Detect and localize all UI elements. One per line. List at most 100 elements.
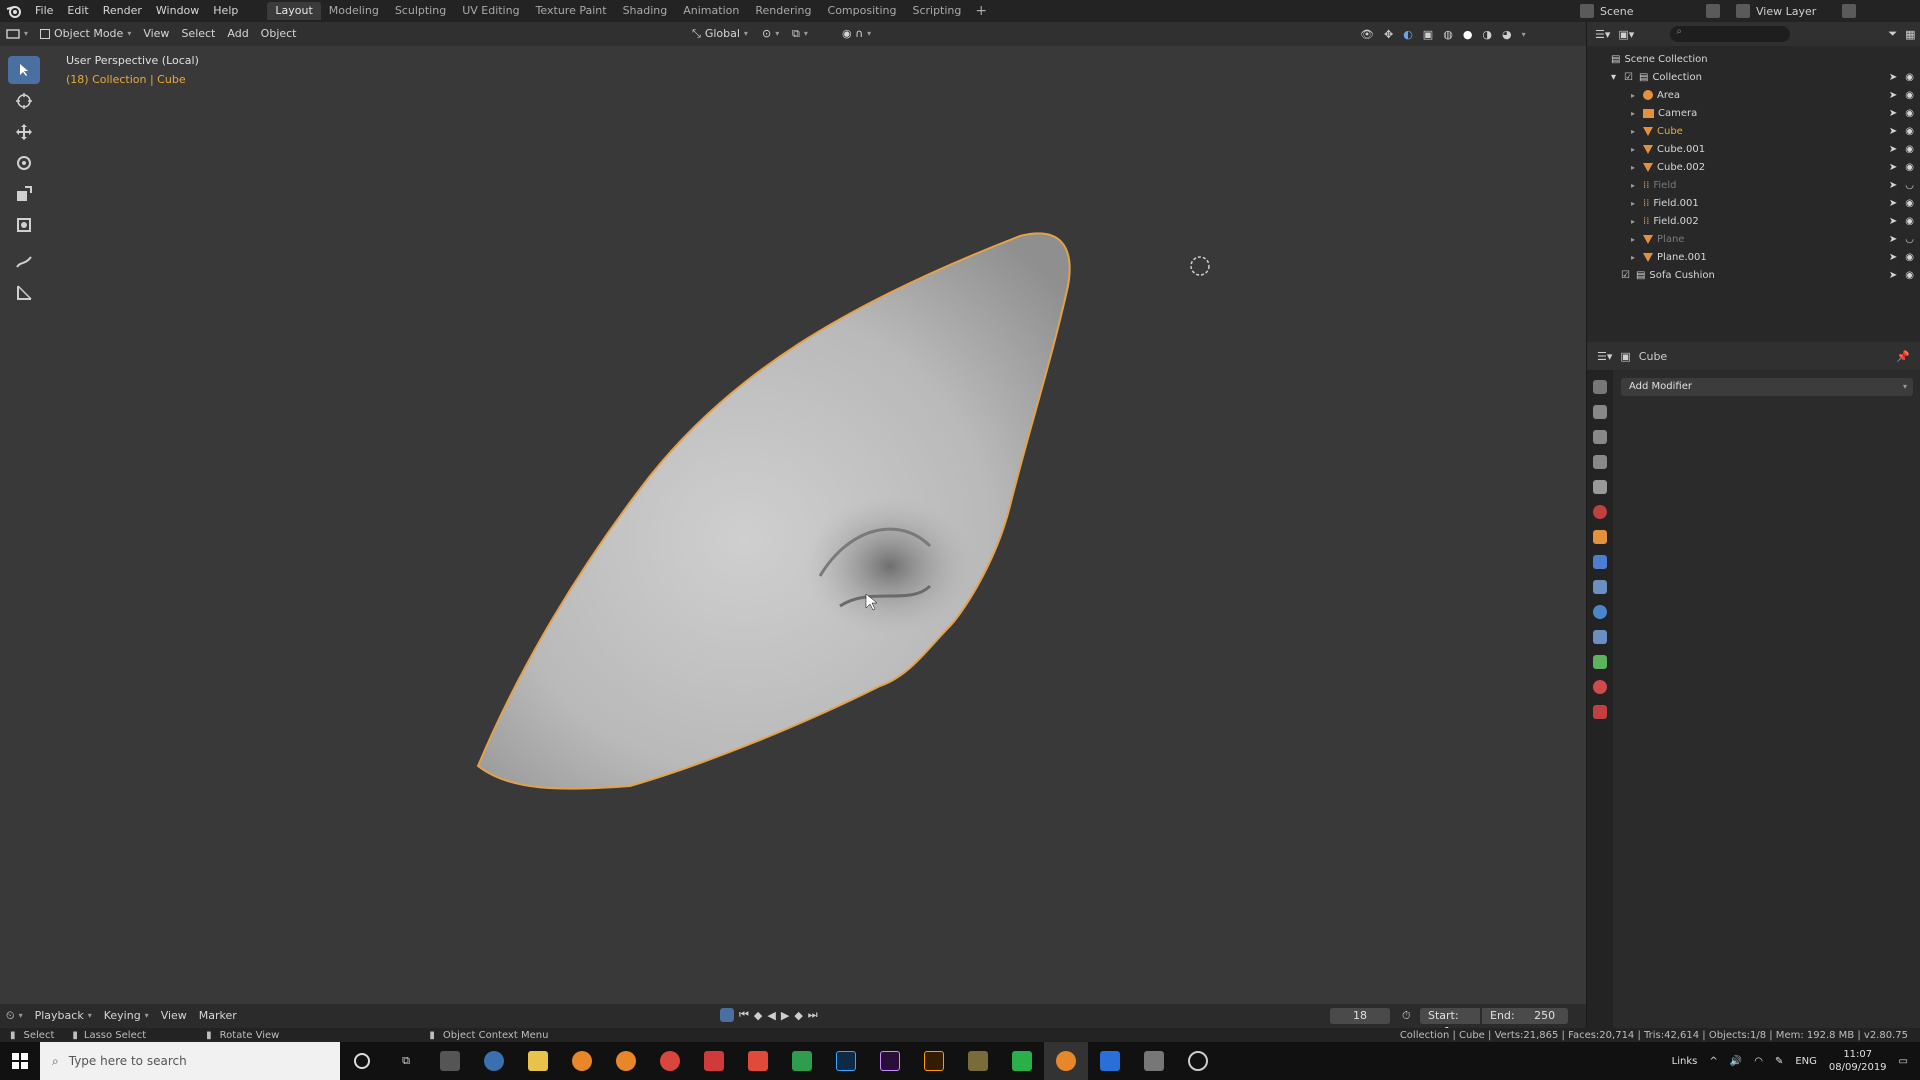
new-collection-icon[interactable]: ▦	[1905, 28, 1915, 41]
outliner-item-area[interactable]: ▸ Area ➤ ◉	[1587, 86, 1920, 104]
selectable-arrow-icon[interactable]: ➤	[1889, 90, 1897, 101]
material-shading-icon[interactable]: ◑	[1482, 28, 1492, 41]
expand-arrow-icon[interactable]: ▸	[1631, 127, 1635, 136]
menu-edit[interactable]: Edit	[60, 0, 95, 22]
pin-icon[interactable]: 📌	[1896, 350, 1910, 363]
tab-texture-paint[interactable]: Texture Paint	[528, 2, 615, 20]
scene-collection-row[interactable]: ▤ Scene Collection	[1587, 50, 1920, 68]
object-tab-icon[interactable]	[1593, 530, 1607, 544]
blender-app-icon-2[interactable]	[604, 1042, 648, 1080]
expand-arrow-icon[interactable]: ▸	[1631, 199, 1635, 208]
chevron-down-icon[interactable]: ▾	[1522, 30, 1526, 39]
tab-sculpting[interactable]: Sculpting	[387, 2, 454, 20]
expand-arrow-icon[interactable]: ▸	[1631, 163, 1635, 172]
tab-shading[interactable]: Shading	[615, 2, 676, 20]
eye-icon[interactable]: ◉	[1905, 198, 1914, 209]
line-app-icon[interactable]	[1000, 1042, 1044, 1080]
edge-app-icon[interactable]	[472, 1042, 516, 1080]
new-scene-icon[interactable]	[1706, 4, 1720, 18]
expand-arrow-icon[interactable]: ▸	[1631, 217, 1635, 226]
selectable-arrow-icon[interactable]: ➤	[1889, 126, 1897, 137]
outliner-item-plane-001[interactable]: ▸ Plane.001 ➤ ◉	[1587, 248, 1920, 266]
prev-keyframe-icon[interactable]: ◆	[754, 1009, 762, 1022]
eye-icon[interactable]: ◉	[1905, 162, 1914, 173]
eye-icon[interactable]: ◡	[1905, 234, 1914, 245]
outliner-item-cube-001[interactable]: ▸ Cube.001 ➤ ◉	[1587, 140, 1920, 158]
filter-icon[interactable]: ⏷	[1888, 27, 1897, 41]
selectable-arrow-icon[interactable]: ➤	[1889, 108, 1897, 119]
overlay-icon[interactable]: ◐	[1403, 28, 1413, 41]
outliner-search-input[interactable]: ⌕	[1670, 26, 1791, 42]
scene-icon[interactable]	[1580, 4, 1594, 18]
eye-icon[interactable]: ◉	[1905, 72, 1914, 83]
menu-render[interactable]: Render	[96, 0, 149, 22]
eye-icon[interactable]: ◉	[1905, 90, 1914, 101]
blender-active-app-icon[interactable]	[1044, 1042, 1088, 1080]
photoshop-app-icon[interactable]	[824, 1042, 868, 1080]
pivot-point-button[interactable]: ⊙ ▾	[756, 22, 785, 46]
view-layer-icon[interactable]	[1736, 4, 1750, 18]
links-toolbar[interactable]: Links	[1672, 1056, 1698, 1067]
timeline-editor-type-button[interactable]: ⏲ ▾	[0, 1004, 29, 1028]
scene-label[interactable]: Scene	[1600, 5, 1700, 18]
snap-button[interactable]: ⧉ ▾	[786, 22, 814, 46]
outliner-item-field[interactable]: ▸ ⁞⁞ Field ➤ ◡	[1587, 176, 1920, 194]
selected-mesh-object[interactable]	[0, 46, 1586, 1010]
particles-tab-icon[interactable]	[1593, 580, 1607, 594]
app-icon-red-1[interactable]	[692, 1042, 736, 1080]
selectable-arrow-icon[interactable]: ➤	[1889, 144, 1897, 155]
menu-playback[interactable]: Playback ▾	[29, 1004, 98, 1028]
eye-icon[interactable]: ◉	[1905, 216, 1914, 227]
language-indicator[interactable]: ENG	[1795, 1056, 1817, 1067]
outliner-item-plane[interactable]: ▸ Plane ➤ ◡	[1587, 230, 1920, 248]
tab-scripting[interactable]: Scripting	[904, 2, 969, 20]
selectable-arrow-icon[interactable]: ➤	[1889, 270, 1897, 281]
scene-tab-icon[interactable]	[1593, 480, 1607, 494]
menu-object[interactable]: Object	[255, 22, 303, 46]
modifier-tab-icon[interactable]	[1593, 555, 1607, 569]
pen-icon[interactable]: ✎	[1775, 1056, 1783, 1067]
view-layer-label[interactable]: View Layer	[1756, 5, 1836, 18]
cortana-icon[interactable]	[340, 1042, 384, 1080]
blender-logo-icon[interactable]	[0, 0, 28, 22]
eye-icon[interactable]: ◡	[1905, 180, 1914, 191]
selectable-arrow-icon[interactable]: ➤	[1889, 216, 1897, 227]
outliner-item-field-002[interactable]: ▸ ⁞⁞ Field.002 ➤ ◉	[1587, 212, 1920, 230]
outliner-item-cube-002[interactable]: ▸ Cube.002 ➤ ◉	[1587, 158, 1920, 176]
tab-rendering[interactable]: Rendering	[747, 2, 819, 20]
eye-icon[interactable]: ◉	[1905, 108, 1914, 119]
rendered-shading-icon[interactable]: ◕	[1502, 28, 1512, 41]
start-frame-field[interactable]: Start: 1	[1420, 1008, 1480, 1038]
proportional-edit-button[interactable]: ◉ ∩ ▾	[836, 22, 877, 46]
file-explorer-app-icon[interactable]	[516, 1042, 560, 1080]
outliner-editor-icon[interactable]: ☰▾	[1595, 28, 1610, 41]
xray-icon[interactable]: ▣	[1423, 28, 1433, 41]
selectable-arrow-icon[interactable]: ➤	[1889, 234, 1897, 245]
expand-arrow-icon[interactable]: ▾	[1611, 72, 1616, 83]
outliner-item-cube[interactable]: ▸ Cube ➤ ◉	[1587, 122, 1920, 140]
expand-arrow-icon[interactable]: ▸	[1631, 235, 1635, 244]
tab-compositing[interactable]: Compositing	[820, 2, 905, 20]
material-tab-icon[interactable]	[1593, 680, 1607, 694]
blender-app-icon-1[interactable]	[560, 1042, 604, 1080]
properties-editor-icon[interactable]: ☰▾	[1597, 350, 1612, 363]
collection-row[interactable]: ▾ ☑ ▤ Collection ➤ ◉	[1587, 68, 1920, 86]
output-tab-icon[interactable]	[1593, 430, 1607, 444]
calculator-app-icon[interactable]	[428, 1042, 472, 1080]
expand-arrow-icon[interactable]: ▸	[1631, 145, 1635, 154]
jump-end-icon[interactable]: ⏭	[808, 1008, 818, 1022]
next-keyframe-icon[interactable]: ◆	[794, 1009, 802, 1022]
editor-type-button[interactable]: ▾	[0, 22, 34, 46]
taskbar-search-input[interactable]: ⌕ Type here to search	[40, 1042, 340, 1080]
transform-orientation-select[interactable]: ⤡ Global ▾	[686, 22, 754, 46]
outliner-item-camera[interactable]: ▸ Camera ➤ ◉	[1587, 104, 1920, 122]
expand-arrow-icon[interactable]: ▸	[1631, 91, 1635, 100]
menu-file[interactable]: File	[28, 0, 60, 22]
notifications-icon[interactable]: ▭	[1899, 1056, 1908, 1067]
menu-keying[interactable]: Keying ▾	[98, 1004, 155, 1028]
tool-tab-icon[interactable]	[1593, 380, 1607, 394]
eye-icon[interactable]: ◉	[1905, 270, 1914, 281]
record-icon[interactable]	[720, 1008, 734, 1022]
photos-app-icon[interactable]	[956, 1042, 1000, 1080]
tab-uv-editing[interactable]: UV Editing	[454, 2, 527, 20]
